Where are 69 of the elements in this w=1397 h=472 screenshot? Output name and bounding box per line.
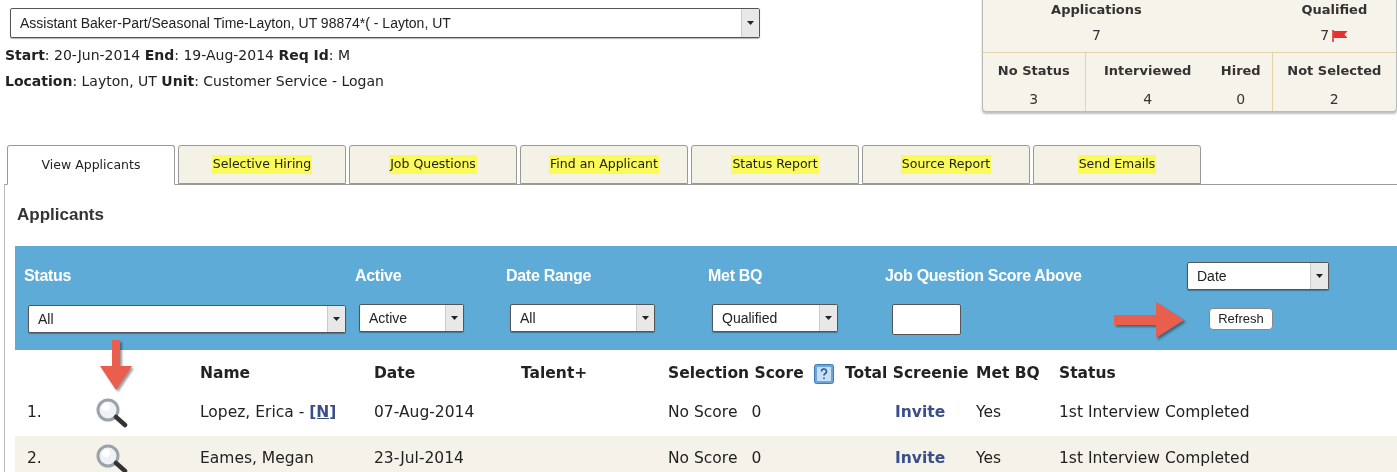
column-header: Selection Score xyxy=(668,363,804,385)
refresh-button[interactable]: Refresh xyxy=(1209,308,1273,330)
dropdown[interactable]: Date xyxy=(1187,262,1329,290)
tab[interactable]: Send Emails xyxy=(1033,145,1201,184)
filter-label: Met BQ xyxy=(708,266,764,286)
tab[interactable]: Status Report xyxy=(691,145,859,184)
filter-label: Job Question Score Above xyxy=(885,266,1082,286)
stat-label: Not Selected xyxy=(1287,62,1382,80)
table-cell-text: 1st Interview Completed xyxy=(1059,448,1251,470)
dropdown[interactable]: Assistant Baker-Part/Seasonal Time-Layton, UT 98874*( - Layton, UT xyxy=(10,8,760,38)
details-text: Start: 20-Jun-2014 End: 19-Aug-2014 Req Id: M xyxy=(5,46,351,65)
stat-label: Hired xyxy=(1220,62,1261,80)
table-cell-text: Eames, Megan xyxy=(200,448,314,470)
filter-label: Date Range xyxy=(506,266,593,286)
stat-label: Qualified xyxy=(1301,0,1368,19)
input-field[interactable] xyxy=(892,304,961,335)
column-header: Met BQ xyxy=(976,363,1040,385)
caret-icon xyxy=(451,316,458,320)
tag-link[interactable]: [N] xyxy=(309,401,337,425)
stat-value: 4 xyxy=(1143,89,1153,109)
filter-label: Status xyxy=(24,266,73,286)
table-cell-text: 07-Aug-2014 xyxy=(374,402,476,424)
stat-label: No Status xyxy=(997,62,1070,80)
tab[interactable]: Source Report xyxy=(862,145,1030,184)
stat-value: 2 xyxy=(1329,89,1339,109)
stat-label: Applications xyxy=(1051,0,1142,19)
dropdown[interactable]: All xyxy=(28,305,346,333)
stat-value: 0 xyxy=(1236,89,1246,109)
table-cell-text: 23-Jul-2014 xyxy=(374,448,465,470)
magnifier-icon[interactable] xyxy=(95,398,129,428)
dropdown[interactable]: All xyxy=(510,304,655,332)
table-cell-text: No Score xyxy=(668,402,738,424)
table-cell-text: Yes xyxy=(976,448,1003,470)
tab[interactable]: Job Questions xyxy=(349,145,517,184)
table-cell-text: 2. xyxy=(27,448,43,470)
table-cell-text: 0 xyxy=(751,448,762,470)
tab[interactable]: Selective Hiring xyxy=(178,145,346,184)
table-cell-text: Yes xyxy=(976,402,1003,424)
table-cell-text: 1st Interview Completed xyxy=(1059,402,1251,424)
stat-value: 7 xyxy=(1320,26,1330,45)
section-title: Applicants xyxy=(17,204,104,226)
caret-icon xyxy=(333,317,340,321)
table-cell-text: No Score xyxy=(668,448,738,470)
caret-icon xyxy=(747,21,754,25)
dropdown[interactable]: Qualified xyxy=(712,304,838,332)
magnifier-icon[interactable] xyxy=(95,444,129,472)
column-header: Name xyxy=(200,363,251,385)
table-cell-text: 0 xyxy=(751,402,762,424)
dropdown[interactable]: Active xyxy=(359,304,464,332)
filter-label: Active xyxy=(355,266,403,286)
stat-label: Interviewed xyxy=(1104,62,1192,80)
caret-icon xyxy=(1316,274,1323,278)
tab[interactable]: Find an Applicant xyxy=(520,145,688,184)
invite-link[interactable]: Invite xyxy=(895,403,946,422)
caret-icon xyxy=(825,316,832,320)
column-header: Talent+ xyxy=(521,363,588,385)
column-header: Date xyxy=(374,363,416,385)
table-cell-text: 1. xyxy=(27,402,43,424)
table-cell-text: Lopez, Erica - xyxy=(200,402,305,424)
stat-value: 7 xyxy=(1092,26,1101,45)
invite-link[interactable]: Invite xyxy=(895,449,946,468)
tab[interactable]: View Applicants xyxy=(7,145,175,185)
caret-icon xyxy=(642,316,649,320)
help-icon[interactable] xyxy=(813,364,834,384)
stat-value: 3 xyxy=(1029,89,1039,109)
arrow-annotation xyxy=(98,340,134,392)
column-header: Status xyxy=(1059,363,1116,385)
column-header: Total Screenie xyxy=(845,363,969,385)
details-text: Location: Layton, UT Unit: Customer Service - Logan xyxy=(5,72,384,91)
